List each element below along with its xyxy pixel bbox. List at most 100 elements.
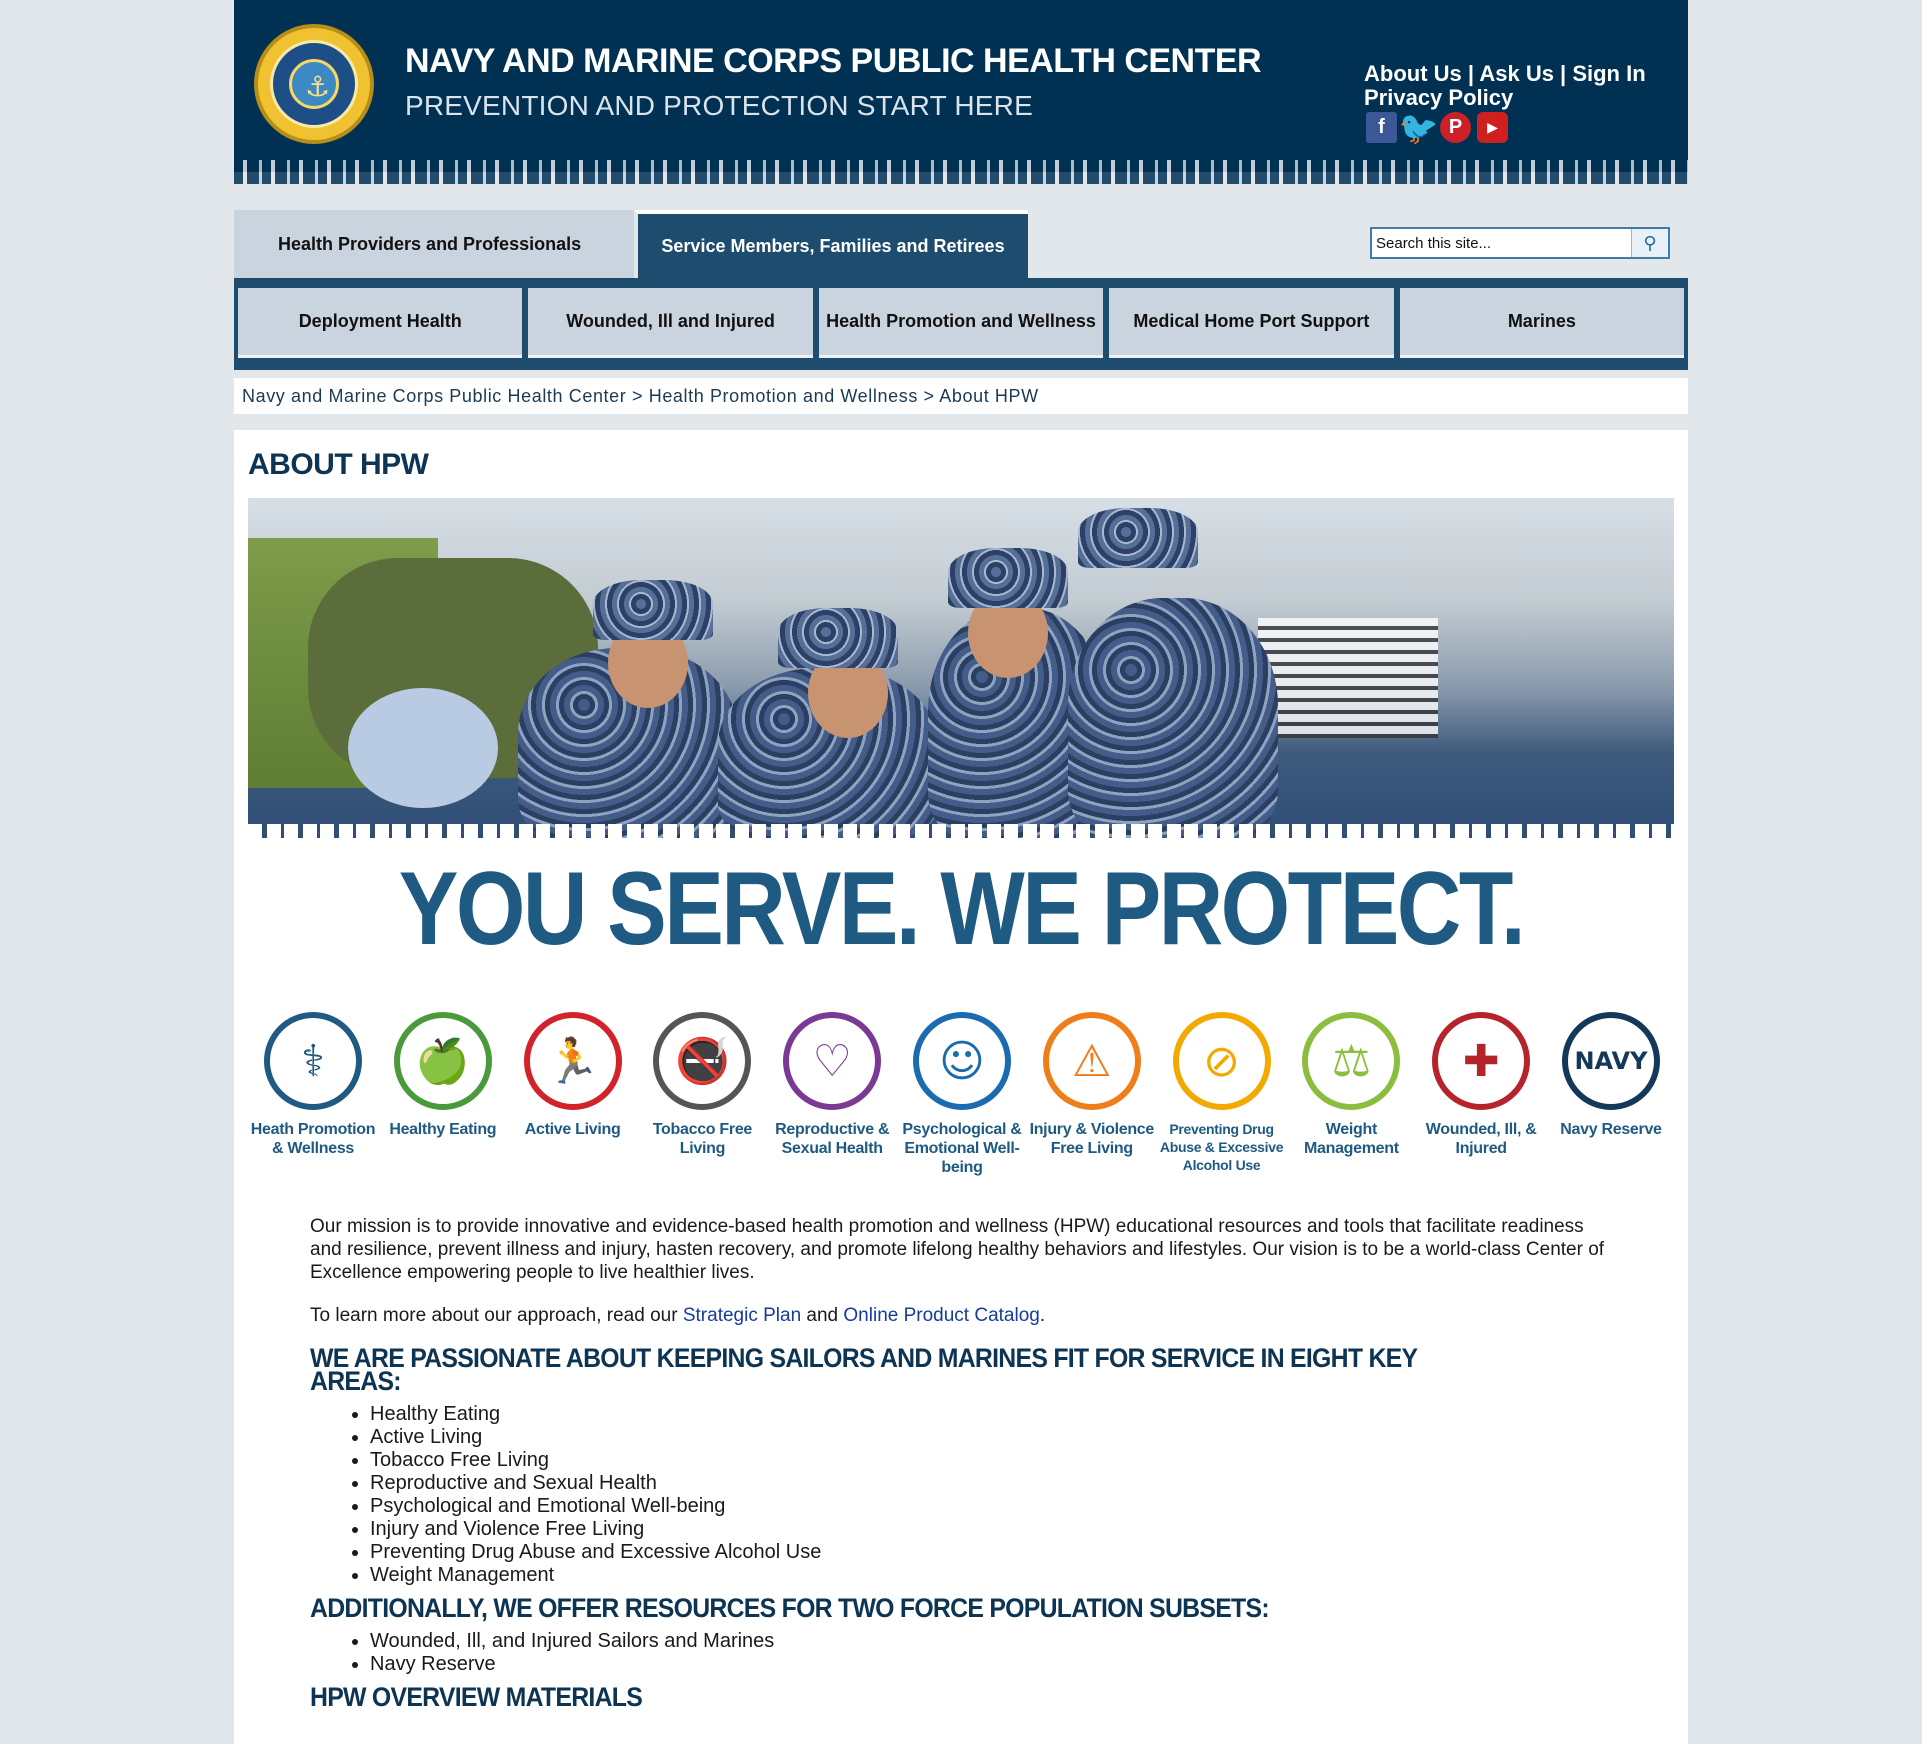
hero-rough-edge <box>248 824 1674 838</box>
breadcrumb-home[interactable]: Navy and Marine Corps Public Health Cent… <box>242 386 626 406</box>
hero-cap <box>778 608 898 668</box>
search-box: ⚲ <box>1370 227 1670 259</box>
health-center-seal-logo[interactable]: ⚓ <box>254 24 374 144</box>
learn-more-paragraph: To learn more about our approach, read o… <box>310 1304 1610 1327</box>
learn-more-suffix: . <box>1039 1305 1046 1326</box>
page-title: ABOUT HPW <box>248 448 429 481</box>
runner-icon: 🏃 <box>523 1012 622 1110</box>
site-header: ⚓ NAVY AND MARINE CORPS PUBLIC HEALTH CE… <box>234 0 1688 172</box>
header-rough-edge <box>234 160 1688 184</box>
scale-icon: ⚖ <box>1302 1012 1401 1110</box>
hero-cap <box>948 548 1068 608</box>
icon-tile-wounded[interactable]: ✚ Wounded, Ill, & Injured <box>1418 1012 1544 1177</box>
head-heart-icon: ☺ <box>912 1012 1011 1110</box>
breadcrumb-separator: > <box>631 386 644 406</box>
site-title[interactable]: NAVY AND MARINE CORPS PUBLIC HEALTH CENT… <box>405 42 1262 81</box>
sign-in-link[interactable]: Sign In <box>1572 61 1645 86</box>
nav-marines[interactable]: Marines <box>1399 288 1685 358</box>
list-item: Injury and Violence Free Living <box>370 1518 1610 1541</box>
list-item: Tobacco Free Living <box>370 1449 1610 1472</box>
slogan: YOU SERVE. WE PROTECT. <box>398 851 1526 967</box>
list-item: Psychological and Emotional Well-being <box>370 1495 1610 1518</box>
about-us-link[interactable]: About Us <box>1364 61 1462 86</box>
main-nav: Deployment Health Wounded, Ill and Injur… <box>234 278 1688 370</box>
social-links: f 🐦 P ▶ <box>1366 110 1508 146</box>
icon-tile-tobacco-free[interactable]: 🚭 Tobacco Free Living <box>639 1012 765 1177</box>
list-item: Active Living <box>370 1426 1610 1449</box>
icon-tile-injury-violence[interactable]: ⚠ Injury & Violence Free Living <box>1029 1012 1155 1177</box>
privacy-policy-link[interactable]: Privacy Policy <box>1364 85 1513 110</box>
anchor-icon: ⚓ <box>305 70 331 103</box>
icon-tile-healthy-eating[interactable]: 🍏 Healthy Eating <box>380 1012 506 1177</box>
icon-label: Injury & Violence Free Living <box>1029 1121 1155 1157</box>
hearts-icon: ♡ <box>783 1012 882 1110</box>
main-content: ABOUT HPW YOU SERVE. WE PROTECT. ⚕ Heath… <box>234 430 1688 1744</box>
icon-label: Navy Reserve <box>1560 1121 1662 1138</box>
icon-tile-reproductive-health[interactable]: ♡ Reproductive & Sexual Health <box>769 1012 895 1177</box>
list-item: Preventing Drug Abuse and Excessive Alco… <box>370 1541 1610 1564</box>
twitter-icon[interactable]: 🐦 <box>1399 110 1439 146</box>
list-item: Navy Reserve <box>370 1653 1610 1676</box>
hero-bus-grille <box>1258 618 1438 738</box>
nav-deployment-health[interactable]: Deployment Health <box>238 288 523 358</box>
apple-icon: 🍏 <box>393 1012 492 1110</box>
icon-tile-navy-reserve[interactable]: NAVY Navy Reserve <box>1548 1012 1674 1177</box>
seal-inner-ring: ⚓ <box>270 40 358 128</box>
hero-cap <box>593 580 713 640</box>
pinterest-icon[interactable]: P <box>1440 112 1471 143</box>
tab-service-members[interactable]: Service Members, Families and Retirees <box>634 210 1028 278</box>
health-promotion-icon: ⚕ <box>264 1012 362 1110</box>
hero-cap <box>1078 508 1198 568</box>
no-smoking-icon: 🚭 <box>653 1012 752 1110</box>
section-heading-overview-materials: HPW OVERVIEW MATERIALS <box>310 1682 643 1712</box>
hero-image-sailors <box>248 498 1674 838</box>
site-tagline: PREVENTION AND PROTECTION START HERE <box>405 90 1033 121</box>
list-item: Weight Management <box>370 1564 1610 1587</box>
section-heading-population-subsets: ADDITIONALLY, WE OFFER RESOURCES FOR TWO… <box>310 1593 1270 1623</box>
list-item: Reproductive and Sexual Health <box>370 1472 1610 1495</box>
ask-us-link[interactable]: Ask Us <box>1479 61 1554 86</box>
icon-label: Weight Management <box>1303 1121 1399 1157</box>
breadcrumb-current: About HPW <box>939 386 1039 406</box>
search-icon[interactable]: ⚲ <box>1632 229 1668 257</box>
icon-label: Heath Promotion & Wellness <box>250 1121 376 1157</box>
list-item: Wounded, Ill, and Injured Sailors and Ma… <box>370 1630 1610 1653</box>
icon-label: Active Living <box>524 1121 621 1138</box>
key-areas-list: Healthy Eating Active Living Tobacco Fre… <box>370 1403 1610 1587</box>
nav-medical-home-port[interactable]: Medical Home Port Support <box>1109 288 1394 358</box>
youtube-icon[interactable]: ▶ <box>1477 112 1508 143</box>
body-text: Our mission is to provide innovative and… <box>310 1215 1610 1719</box>
icon-tile-active-living[interactable]: 🏃 Active Living <box>510 1012 636 1177</box>
icon-label: Reproductive & Sexual Health <box>775 1121 890 1157</box>
product-catalog-link[interactable]: Online Product Catalog <box>843 1305 1039 1326</box>
seal-core: ⚓ <box>289 59 339 109</box>
hpw-icon-row: ⚕ Heath Promotion & Wellness 🍏 Healthy E… <box>250 1012 1674 1177</box>
icon-tile-psychological[interactable]: ☺ Psychological & Emotional Well-being <box>899 1012 1025 1177</box>
search-input[interactable] <box>1372 229 1632 257</box>
icon-tile-health-promotion[interactable]: ⚕ Heath Promotion & Wellness <box>250 1012 376 1177</box>
breadcrumb-hpw[interactable]: Health Promotion and Wellness <box>649 386 918 406</box>
hero-helmet <box>348 688 498 808</box>
icon-label: Healthy Eating <box>389 1121 497 1138</box>
breadcrumb-separator: > <box>923 386 935 406</box>
strategic-plan-link[interactable]: Strategic Plan <box>683 1305 801 1326</box>
learn-more-middle: and <box>801 1305 844 1326</box>
nav-health-promotion[interactable]: Health Promotion and Wellness <box>818 288 1104 358</box>
icon-tile-drug-alcohol[interactable]: ⊘ Preventing Drug Abuse & Excessive Alco… <box>1159 1012 1285 1177</box>
facebook-icon[interactable]: f <box>1366 112 1397 143</box>
nav-wounded-ill-injured[interactable]: Wounded, Ill and Injured <box>528 288 813 358</box>
no-alcohol-icon: ⊘ <box>1172 1012 1271 1110</box>
mission-paragraph: Our mission is to provide innovative and… <box>310 1216 1605 1283</box>
tab-health-providers[interactable]: Health Providers and Professionals <box>234 210 634 278</box>
icon-label: Tobacco Free Living <box>652 1121 753 1157</box>
population-subsets-list: Wounded, Ill, and Injured Sailors and Ma… <box>370 1630 1610 1676</box>
icon-label: Wounded, Ill, & Injured <box>1425 1121 1537 1157</box>
icon-tile-weight-management[interactable]: ⚖ Weight Management <box>1288 1012 1414 1177</box>
red-cross-icon: ✚ <box>1432 1012 1531 1110</box>
section-heading-key-areas: WE ARE PASSIONATE ABOUT KEEPING SAILORS … <box>310 1343 1418 1396</box>
list-item: Healthy Eating <box>370 1403 1610 1426</box>
icon-label: Psychological & Emotional Well-being <box>902 1121 1022 1176</box>
hero-sailor <box>1068 598 1278 838</box>
learn-more-prefix: To learn more about our approach, read o… <box>310 1305 683 1326</box>
falling-person-icon: ⚠ <box>1042 1012 1141 1110</box>
